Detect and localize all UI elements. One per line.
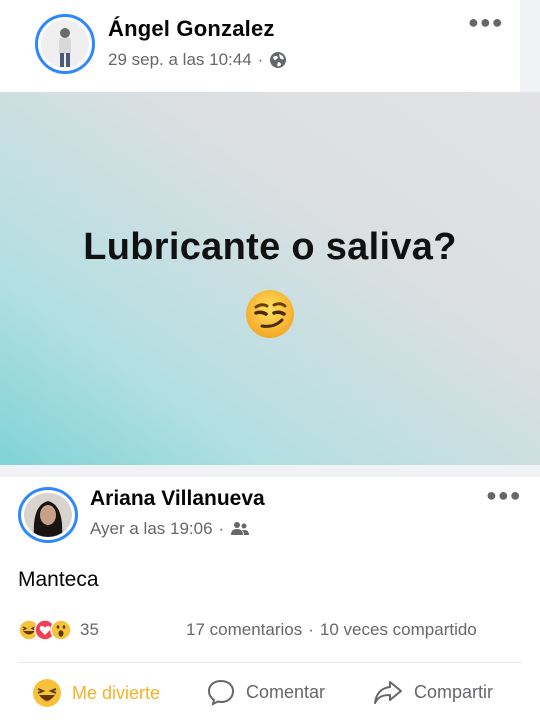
reaction-count: 35: [80, 620, 99, 639]
post-header: Ángel Gonzalez 29 sep. a las 10:44 · ●●●: [0, 0, 520, 92]
post-meta: 29 sep. a las 10:44 ·: [108, 50, 287, 70]
author-avatar[interactable]: [35, 14, 95, 74]
friends-icon: [231, 522, 250, 535]
post-actions: Me divierte Comentar Compartir: [0, 672, 540, 720]
image-caption: Lubricante o saliva?: [83, 226, 457, 268]
comment-icon: [207, 679, 235, 706]
shares-count[interactable]: 10 veces compartido: [320, 620, 477, 639]
post-stats: 17 comentarios · 10 veces compartido: [186, 620, 477, 640]
react-label: Me divierte: [72, 682, 161, 703]
comment-button[interactable]: Comentar: [206, 678, 325, 706]
post-text: Manteca: [18, 568, 99, 591]
wow-reaction-icon: [50, 619, 72, 641]
haha-reaction-icon: [33, 679, 61, 707]
share-icon: [374, 681, 402, 704]
post-divider: [0, 465, 540, 477]
comment-label: Comentar: [246, 681, 326, 702]
more-options-icon[interactable]: ●●●: [486, 485, 522, 506]
share-label: Compartir: [414, 681, 494, 702]
post-meta: Ayer a las 19:06 ·: [90, 519, 250, 539]
author-name[interactable]: Ángel Gonzalez: [108, 16, 275, 42]
stats-separator: ·: [308, 620, 314, 639]
globe-icon: [270, 52, 287, 68]
timestamp[interactable]: Ayer a las 19:06: [90, 519, 213, 539]
meta-separator: ·: [257, 50, 264, 69]
timestamp[interactable]: 29 sep. a las 10:44: [108, 50, 252, 70]
reactions-summary[interactable]: 35: [18, 619, 99, 641]
smirking-face-icon: [246, 290, 294, 338]
actions-divider: [18, 662, 522, 663]
post-image[interactable]: Lubricante o saliva?: [0, 92, 540, 465]
meta-separator: ·: [218, 519, 225, 538]
more-options-icon[interactable]: ●●●: [468, 12, 504, 33]
react-button[interactable]: Me divierte: [32, 678, 160, 708]
feed-edge: [520, 0, 540, 92]
share-button[interactable]: Compartir: [372, 678, 493, 706]
comments-count[interactable]: 17 comentarios: [186, 620, 302, 639]
author-avatar[interactable]: [18, 487, 78, 543]
author-name[interactable]: Ariana Villanueva: [90, 487, 265, 511]
